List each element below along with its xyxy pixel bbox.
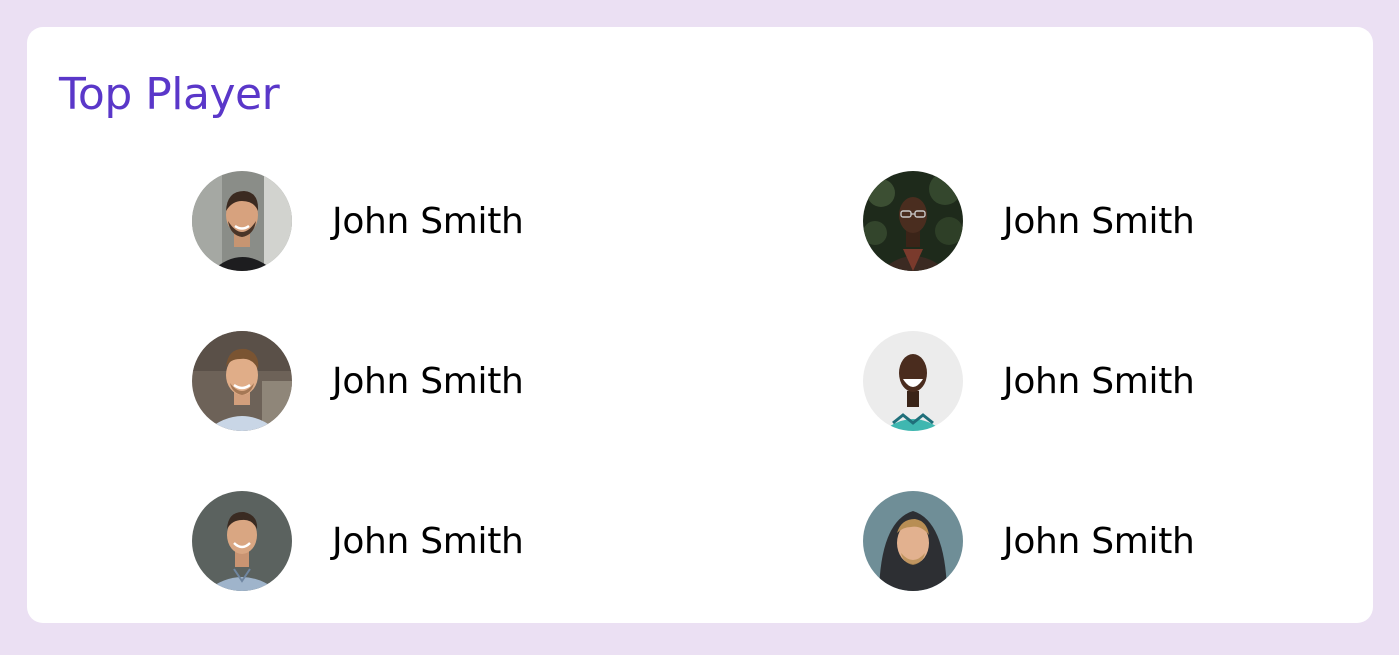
player-name: John Smith [1003,200,1195,242]
top-player-card: Top Player John Smith John Smith John Sm… [27,27,1373,623]
player-name: John Smith [332,520,524,562]
avatar [863,171,963,271]
avatar [192,491,292,591]
player-item[interactable]: John Smith [192,171,524,271]
player-name: John Smith [332,200,524,242]
avatar [192,331,292,431]
card-title: Top Player [59,69,280,120]
man-shirt-portrait-icon [192,491,292,591]
player-name: John Smith [1003,360,1195,402]
player-item[interactable]: John Smith [192,331,524,431]
man-smiling-portrait-icon [192,331,292,431]
player-item[interactable]: John Smith [863,491,1195,591]
avatar [863,491,963,591]
man-hood-portrait-icon [863,491,963,591]
player-item[interactable]: John Smith [863,331,1195,431]
man-laughing-portrait-icon [863,331,963,431]
avatar [192,171,292,271]
player-item[interactable]: John Smith [192,491,524,591]
player-name: John Smith [1003,520,1195,562]
player-name: John Smith [332,360,524,402]
man-glasses-portrait-icon [863,171,963,271]
man-beard-portrait-icon [192,171,292,271]
avatar [863,331,963,431]
player-item[interactable]: John Smith [863,171,1195,271]
